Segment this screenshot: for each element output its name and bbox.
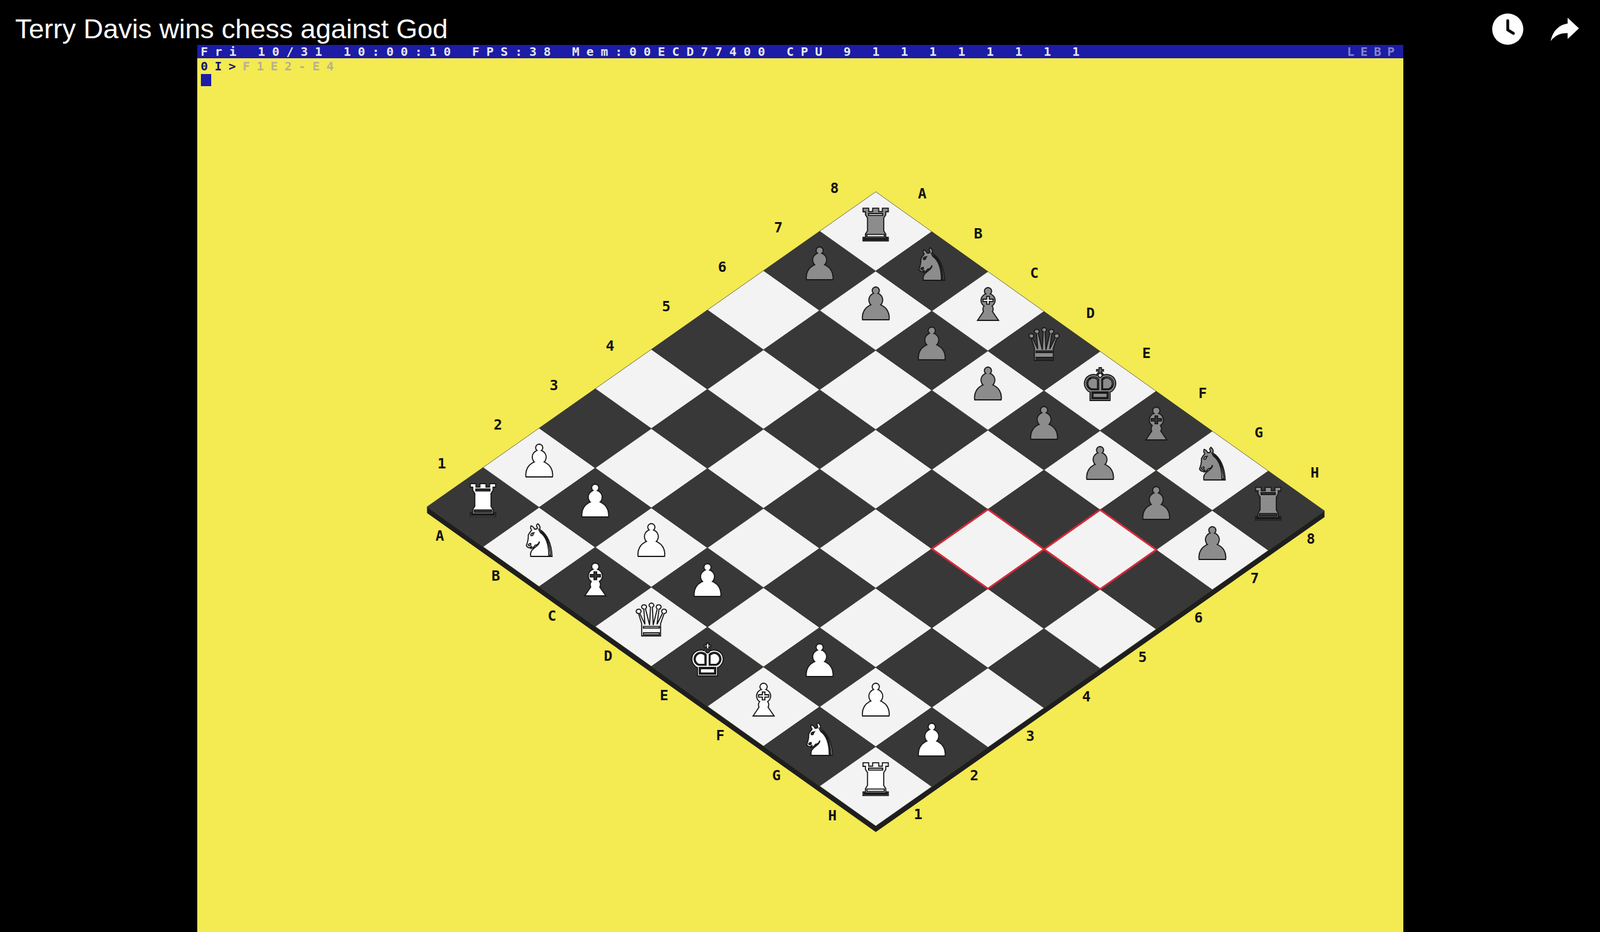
status-text: Fri 10/31 10:00:10 FPS:38 Mem:00ECD77400… — [200, 44, 1088, 59]
rank-label: 8 — [1306, 530, 1315, 548]
file-label: H — [827, 807, 837, 825]
black-chess-piece[interactable]: ♜ — [855, 199, 896, 252]
black-chess-piece[interactable]: ♟ — [1023, 397, 1064, 450]
chess-board[interactable]: 1 1 2 2 3 3 4 4 5 5 6 6 7 7 8 8 A A B B C C D D E E F F G G H H ♜ ♞ ♝ ♛ ♚ ♝ ♞ ♜… — [197, 58, 1404, 932]
file-label: D — [1085, 304, 1095, 322]
white-chess-piece[interactable]: ♜ — [462, 474, 503, 527]
file-label: E — [1141, 344, 1151, 362]
white-chess-piece[interactable]: ♟ — [799, 634, 840, 688]
white-chess-piece[interactable]: ♛ — [631, 594, 672, 647]
black-chess-piece[interactable]: ♛ — [1023, 318, 1064, 371]
file-label: H — [1310, 464, 1319, 482]
video-title[interactable]: Terry Davis wins chess against God — [15, 12, 448, 47]
black-chess-piece[interactable]: ♟ — [1192, 517, 1233, 570]
file-label: B — [491, 567, 500, 585]
file-label: E — [659, 687, 669, 705]
status-right-text: LEBP — [1346, 44, 1401, 59]
video-title-bar: Terry Davis wins chess against God — [0, 0, 1600, 47]
rank-label: 3 — [1025, 727, 1035, 745]
prompt-mark: 0I> — [200, 59, 243, 73]
black-chess-piece[interactable]: ♟ — [1079, 437, 1120, 490]
rank-label: 2 — [969, 767, 978, 785]
file-label: G — [771, 767, 780, 785]
rank-label: 7 — [773, 219, 783, 237]
white-chess-piece[interactable]: ♟ — [855, 674, 896, 727]
prompt-input[interactable]: F1E2-E4 — [242, 59, 341, 73]
black-chess-piece[interactable]: ♟ — [911, 318, 952, 371]
black-chess-piece[interactable]: ♞ — [911, 238, 952, 291]
black-chess-piece[interactable]: ♜ — [1247, 478, 1289, 531]
file-label: F — [715, 727, 725, 745]
file-label: A — [435, 527, 444, 545]
rank-label: 5 — [1138, 648, 1147, 666]
black-chess-piece[interactable]: ♝ — [967, 278, 1008, 331]
white-chess-piece[interactable]: ♝ — [574, 554, 615, 607]
white-chess-piece[interactable]: ♞ — [799, 713, 840, 767]
templeos-screen: Fri 10/31 10:00:10 FPS:38 Mem:00ECD77400… — [197, 44, 1404, 932]
share-arrow-icon[interactable] — [1547, 12, 1582, 47]
file-label: G — [1254, 424, 1263, 442]
watch-later-clock-icon[interactable] — [1490, 12, 1525, 47]
white-chess-piece[interactable]: ♟ — [574, 475, 615, 528]
white-chess-piece[interactable]: ♟ — [687, 554, 728, 607]
white-chess-piece[interactable]: ♟ — [631, 514, 672, 567]
prompt-line: 0I>F1E2-E4 — [200, 59, 1400, 73]
board-edge — [426, 506, 1325, 833]
highlighted-square[interactable] — [931, 509, 1045, 590]
white-chess-piece[interactable]: ♜ — [855, 753, 896, 807]
file-label: F — [1198, 384, 1207, 402]
file-label: B — [973, 225, 983, 243]
black-chess-piece[interactable]: ♟ — [1135, 477, 1176, 530]
video-player[interactable]: Terry Davis wins chess against GodFri 10… — [0, 0, 1600, 932]
rank-label: 5 — [661, 298, 671, 316]
black-chess-piece[interactable]: ♞ — [1192, 438, 1233, 491]
file-label: C — [547, 607, 556, 625]
rank-label: 1 — [913, 806, 923, 824]
file-label: A — [917, 185, 927, 203]
black-chess-piece[interactable]: ♟ — [967, 358, 1008, 411]
file-label: D — [603, 647, 612, 665]
rank-label: 6 — [717, 258, 726, 276]
white-chess-piece[interactable]: ♚ — [687, 634, 728, 687]
rank-label: 2 — [493, 416, 502, 434]
black-chess-piece[interactable]: ♝ — [1135, 398, 1176, 451]
chess-canvas[interactable]: 1 1 2 2 3 3 4 4 5 5 6 6 7 7 8 8 A A B B C C D D E E F F G G H H ♜ ♞ ♝ ♛ ♚ ♝ ♞ ♜… — [197, 58, 1404, 932]
rank-label: 4 — [1081, 688, 1091, 706]
rank-label: 4 — [605, 337, 615, 355]
white-chess-piece[interactable]: ♟ — [911, 714, 952, 767]
rank-label: 3 — [549, 376, 558, 394]
white-chess-piece[interactable]: ♟ — [518, 435, 560, 488]
white-chess-piece[interactable]: ♝ — [742, 674, 784, 727]
rank-label: 6 — [1193, 609, 1203, 627]
file-label: C — [1030, 264, 1039, 282]
player-actions — [1490, 12, 1582, 47]
black-chess-piece[interactable]: ♚ — [1079, 358, 1120, 411]
rank-label: 7 — [1249, 569, 1259, 587]
black-chess-piece[interactable]: ♟ — [799, 237, 840, 291]
rank-label: 1 — [437, 455, 446, 473]
black-chess-piece[interactable]: ♟ — [855, 277, 896, 331]
command-prompt[interactable]: 0I>F1E2-E4 — [197, 58, 1404, 88]
status-bar: Fri 10/31 10:00:10 FPS:38 Mem:00ECD77400… — [197, 44, 1404, 59]
white-chess-piece[interactable]: ♞ — [518, 514, 560, 567]
rank-label: 8 — [829, 179, 839, 197]
text-cursor — [200, 74, 212, 87]
